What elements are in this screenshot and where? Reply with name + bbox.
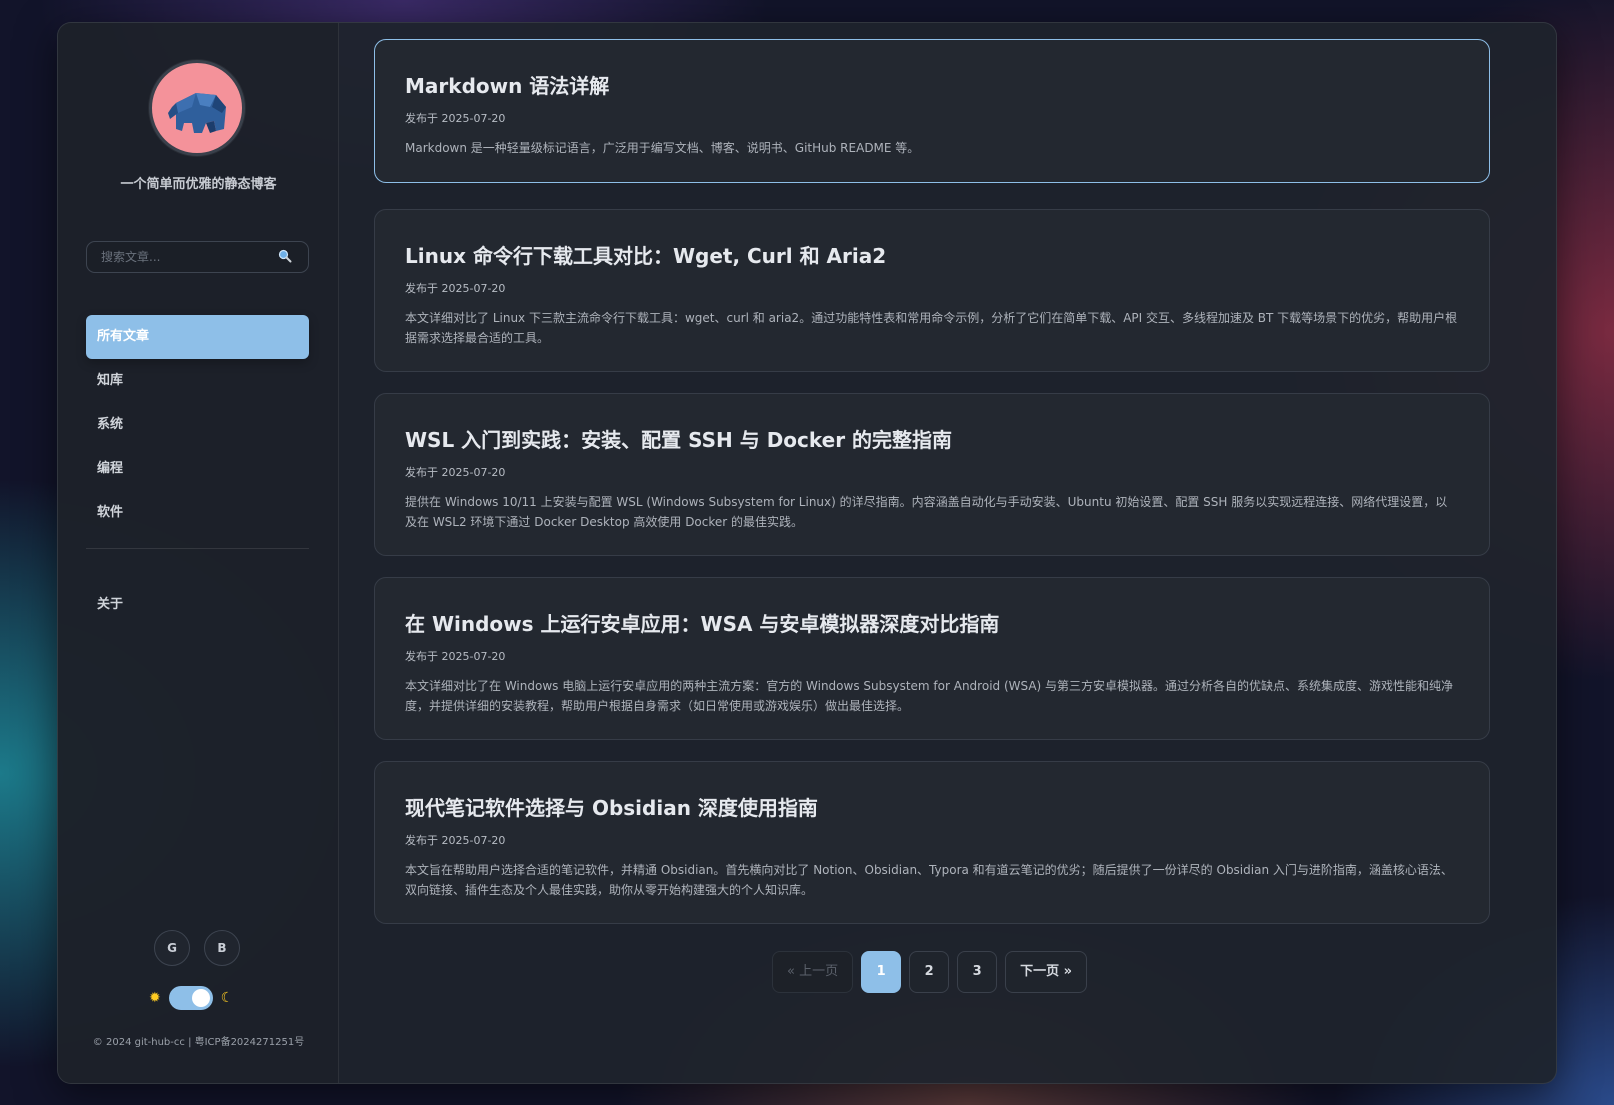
post-date: 发布于 2025-07-20 xyxy=(405,466,506,479)
sun-icon: ✹ xyxy=(149,990,161,1006)
toggle-knob xyxy=(191,989,210,1007)
post-summary: 提供在 Windows 10/11 上安装与配置 WSL (Windows Su… xyxy=(405,495,1448,529)
theme-switcher: ✹ ☾ xyxy=(149,986,233,1010)
footer-copyright: © 2024 git-hub-cc | 粤ICP备2024271251号 xyxy=(92,1037,305,1048)
post-card[interactable]: WSL 入门到实践：安装、配置 SSH 与 Docker 的完整指南 发布于 2… xyxy=(374,393,1490,556)
post-summary: 本文旨在帮助用户选择合适的笔记软件，并精通 Obsidian。首先横向对比了 N… xyxy=(405,863,1453,897)
pagination: « 上一页 1 2 3 下一页 » xyxy=(772,951,1088,993)
post-card[interactable]: 现代笔记软件选择与 Obsidian 深度使用指南 发布于 2025-07-20… xyxy=(374,761,1490,924)
post-date: 发布于 2025-07-20 xyxy=(405,834,506,847)
app-window: 一个简单而优雅的静态博客 所有文章 知库 系统 编程 软件 关于 G B ✹ ☾ xyxy=(57,22,1557,1084)
post-title[interactable]: 在 Windows 上运行安卓应用：WSA 与安卓模拟器深度对比指南 xyxy=(405,608,999,637)
nav-item-about[interactable]: 关于 xyxy=(86,583,309,627)
post-title[interactable]: Linux 命令行下载工具对比：Wget, Curl 和 Aria2 xyxy=(405,240,886,269)
prev-page-button[interactable]: « 上一页 xyxy=(772,951,854,993)
elephant-logo-icon xyxy=(168,93,226,133)
nav-item-knowledge[interactable]: 知库 xyxy=(86,359,309,403)
search-icon[interactable] xyxy=(277,248,293,264)
sidebar: 一个简单而优雅的静态博客 所有文章 知库 系统 编程 软件 关于 G B ✹ ☾ xyxy=(58,23,339,1083)
post-list: Markdown 语法详解 发布于 2025-07-20 Markdown 是一… xyxy=(339,23,1556,1083)
post-title[interactable]: 现代笔记软件选择与 Obsidian 深度使用指南 xyxy=(405,792,818,821)
post-date: 发布于 2025-07-20 xyxy=(405,282,506,295)
nav-item-software[interactable]: 软件 xyxy=(86,491,309,535)
post-date: 发布于 2025-07-20 xyxy=(405,112,506,125)
nav-item-all-posts[interactable]: 所有文章 xyxy=(86,315,309,359)
post-title[interactable]: Markdown 语法详解 xyxy=(405,70,609,99)
post-summary: Markdown 是一种轻量级标记语言，广泛用于编写文档、博客、说明书、GitH… xyxy=(405,141,920,155)
post-date: 发布于 2025-07-20 xyxy=(405,650,506,663)
nav-divider xyxy=(86,548,309,549)
site-tagline: 一个简单而优雅的静态博客 xyxy=(120,177,277,192)
next-page-button[interactable]: 下一页 » xyxy=(1005,951,1088,993)
github-link-button[interactable]: G xyxy=(154,930,190,966)
post-title[interactable]: WSL 入门到实践：安装、配置 SSH 与 Docker 的完整指南 xyxy=(405,424,952,453)
avatar[interactable] xyxy=(149,60,245,156)
search-input[interactable] xyxy=(86,241,309,273)
page-2-button[interactable]: 2 xyxy=(909,951,950,993)
page-1-button[interactable]: 1 xyxy=(861,951,902,993)
page-3-button[interactable]: 3 xyxy=(957,951,998,993)
nav-item-programming[interactable]: 编程 xyxy=(86,447,309,491)
theme-toggle[interactable] xyxy=(168,986,213,1010)
social-links: G B xyxy=(154,930,240,966)
nav-item-system[interactable]: 系统 xyxy=(86,403,309,447)
post-summary: 本文详细对比了 Linux 下三款主流命令行下载工具：wget、curl 和 a… xyxy=(405,311,1458,345)
post-card[interactable]: Markdown 语法详解 发布于 2025-07-20 Markdown 是一… xyxy=(374,39,1490,183)
moon-icon: ☾ xyxy=(220,990,234,1006)
blog-link-button[interactable]: B xyxy=(204,930,240,966)
post-summary: 本文详细对比了在 Windows 电脑上运行安卓应用的两种主流方案：官方的 Wi… xyxy=(405,679,1454,713)
post-card[interactable]: 在 Windows 上运行安卓应用：WSA 与安卓模拟器深度对比指南 发布于 2… xyxy=(374,577,1490,740)
category-nav: 所有文章 知库 系统 编程 软件 xyxy=(86,315,309,535)
post-card[interactable]: Linux 命令行下载工具对比：Wget, Curl 和 Aria2 发布于 2… xyxy=(374,209,1490,372)
